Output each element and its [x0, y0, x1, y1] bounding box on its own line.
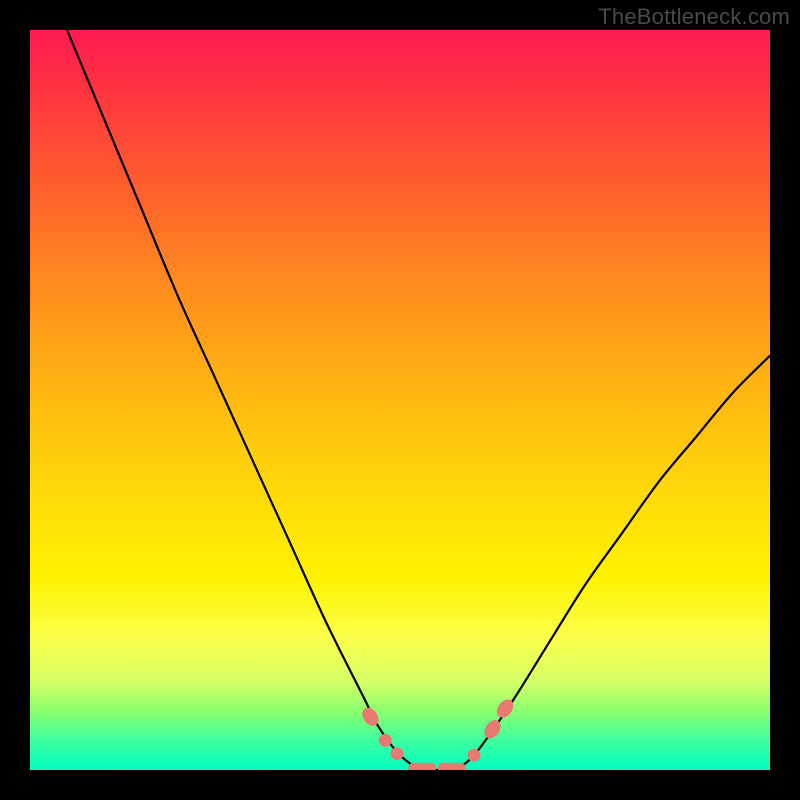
curve-marker: [408, 763, 436, 770]
chart-svg: [30, 30, 770, 770]
attribution-label: TheBottleneck.com: [598, 4, 790, 30]
chart-frame: TheBottleneck.com: [0, 0, 800, 800]
curve-marker: [468, 749, 481, 762]
chart-plot-area: [30, 30, 770, 770]
curve-marker: [391, 747, 404, 760]
bottleneck-curve: [67, 30, 770, 770]
curve-marker: [438, 763, 466, 770]
curve-marker: [379, 734, 392, 747]
